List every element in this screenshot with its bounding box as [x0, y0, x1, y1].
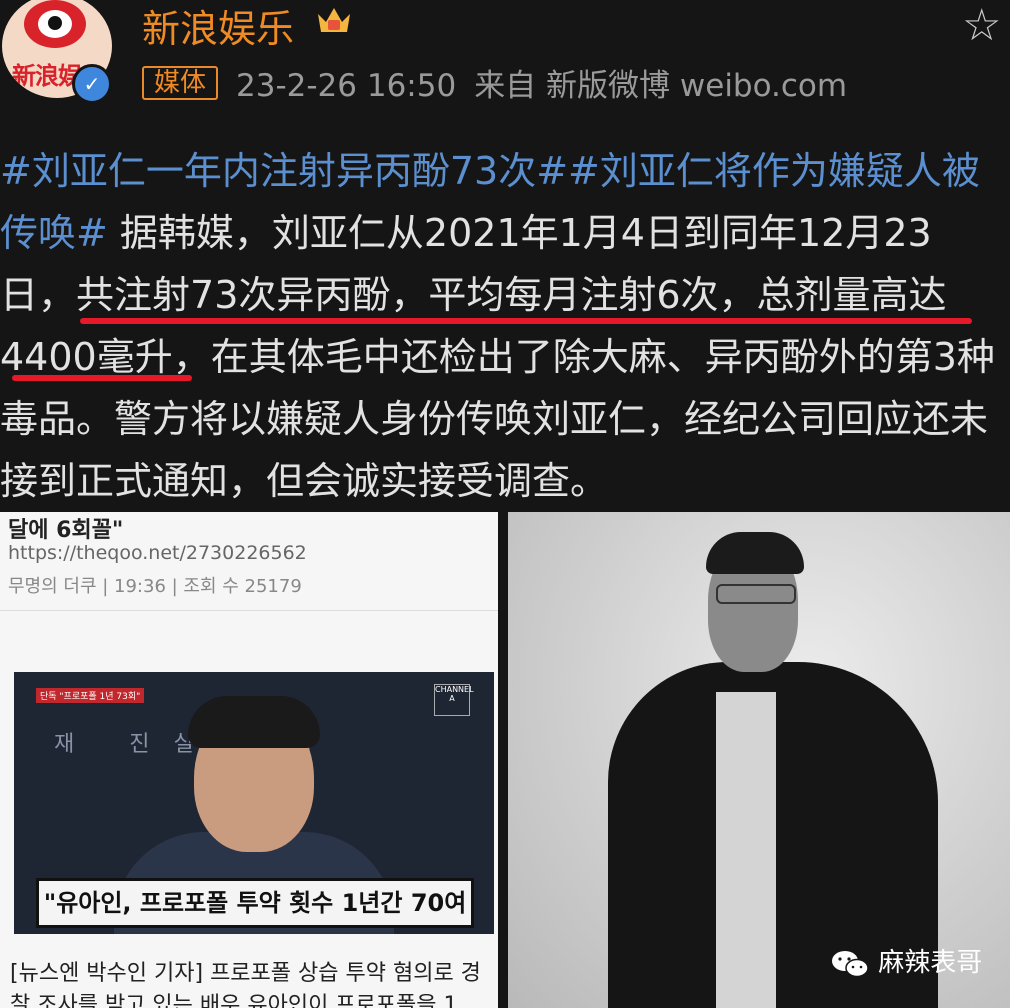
crown-icon — [318, 8, 350, 32]
glasses-shape — [716, 584, 796, 604]
post-text: #刘亚仁一年内注射异丙酚73次##刘亚仁将作为嫌疑人被传唤# 据韩媒，刘亚仁从2… — [0, 140, 1005, 512]
shirt-shape — [716, 692, 776, 1008]
highlight-underline — [80, 318, 972, 324]
watermark-label: 麻辣表哥 — [878, 948, 983, 978]
wechat-icon — [832, 950, 869, 977]
post-date: 23-2-26 16:50 — [236, 68, 457, 104]
article-headline: 달에 6회꼴" — [8, 518, 124, 543]
channel-logo: CHANNEL A — [434, 684, 474, 716]
media-tag: 媒体 — [142, 66, 219, 100]
news-video-frame: 재 진실을 봐 단독 "프로포폴 1년 73회" CHANNEL A "유아인,… — [14, 672, 494, 934]
logo-pupil-shape — [48, 16, 62, 30]
highlight-underline — [12, 375, 192, 381]
account-name[interactable]: 新浪娱乐 — [142, 0, 294, 53]
article-body: [뉴스엔 박수인 기자] 프로포폴 상습 투약 혐의로 경찰 조사를 받고 있는… — [10, 961, 481, 1008]
portrait-photo-image[interactable] — [508, 512, 1010, 1008]
person-hair-shape — [188, 696, 320, 748]
verified-icon: ✓ — [72, 64, 112, 104]
divider — [0, 610, 498, 611]
hashtag-link[interactable]: #刘亚仁一年内注射异丙酚73次# — [0, 149, 568, 193]
article-url: https://theqoo.net/2730226562 — [8, 542, 307, 564]
news-screenshot-image[interactable]: 달에 6회꼴" https://theqoo.net/2730226562 무명… — [0, 512, 498, 1008]
avatar-logo-text: 新浪娱 — [12, 62, 82, 90]
article-info: 무명의 더쿠 | 19:36 | 조회 수 25179 — [8, 576, 302, 597]
exclusive-badge: 단독 "프로포폴 1년 73회" — [36, 688, 145, 703]
video-caption: "유아인, 프로포폴 투약 횟수 1년간 70여 회" — [36, 878, 474, 934]
post-meta: 23-2-26 16:50 来自 新版微博 weibo.com — [236, 60, 847, 105]
post-header: 新浪娱 ✓ 新浪娱乐 ☆ 媒体 23-2-26 16:50 来自 新版微博 wei… — [0, 0, 1010, 120]
watermark: 麻辣表哥 — [830, 942, 982, 979]
favorite-star-icon[interactable]: ☆ — [962, 4, 1001, 48]
hair-shape — [706, 532, 804, 574]
post-source: 来自 新版微博 weibo.com — [474, 68, 848, 104]
